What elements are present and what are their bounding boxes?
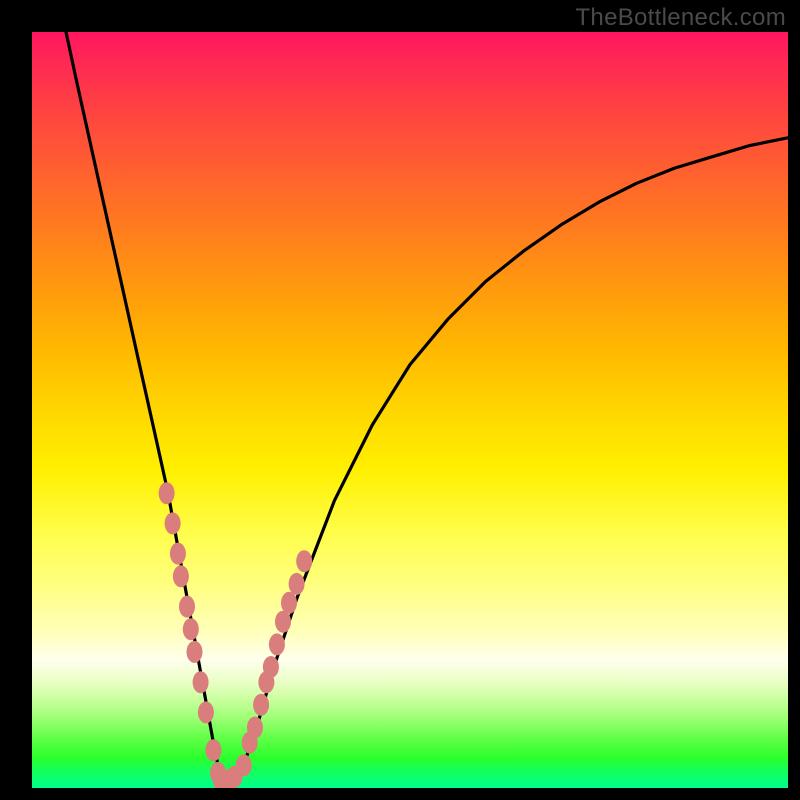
chart-frame: TheBottleneck.com: [0, 0, 800, 800]
curve-marker: [247, 717, 263, 739]
curve-marker: [187, 641, 203, 663]
curve-marker: [193, 671, 209, 693]
curve-marker: [205, 739, 221, 761]
curve-marker: [159, 482, 175, 504]
curve-marker: [296, 550, 312, 572]
curve-marker: [281, 592, 297, 614]
attribution-text: TheBottleneck.com: [575, 4, 786, 32]
curve-marker: [198, 701, 214, 723]
curve-marker: [173, 565, 189, 587]
plot-area: [32, 32, 788, 788]
curve-marker: [165, 512, 181, 534]
curve-marker: [183, 618, 199, 640]
curve-marker: [275, 611, 291, 633]
curve-group: [66, 32, 788, 780]
bottleneck-curve: [66, 32, 788, 780]
curve-marker: [263, 656, 279, 678]
bottleneck-curve-svg: [32, 32, 788, 788]
curve-marker: [289, 573, 305, 595]
curve-marker: [253, 694, 269, 716]
marker-group: [159, 482, 313, 788]
curve-marker: [236, 754, 252, 776]
curve-marker: [170, 543, 186, 565]
curve-marker: [179, 596, 195, 618]
curve-marker: [269, 633, 285, 655]
